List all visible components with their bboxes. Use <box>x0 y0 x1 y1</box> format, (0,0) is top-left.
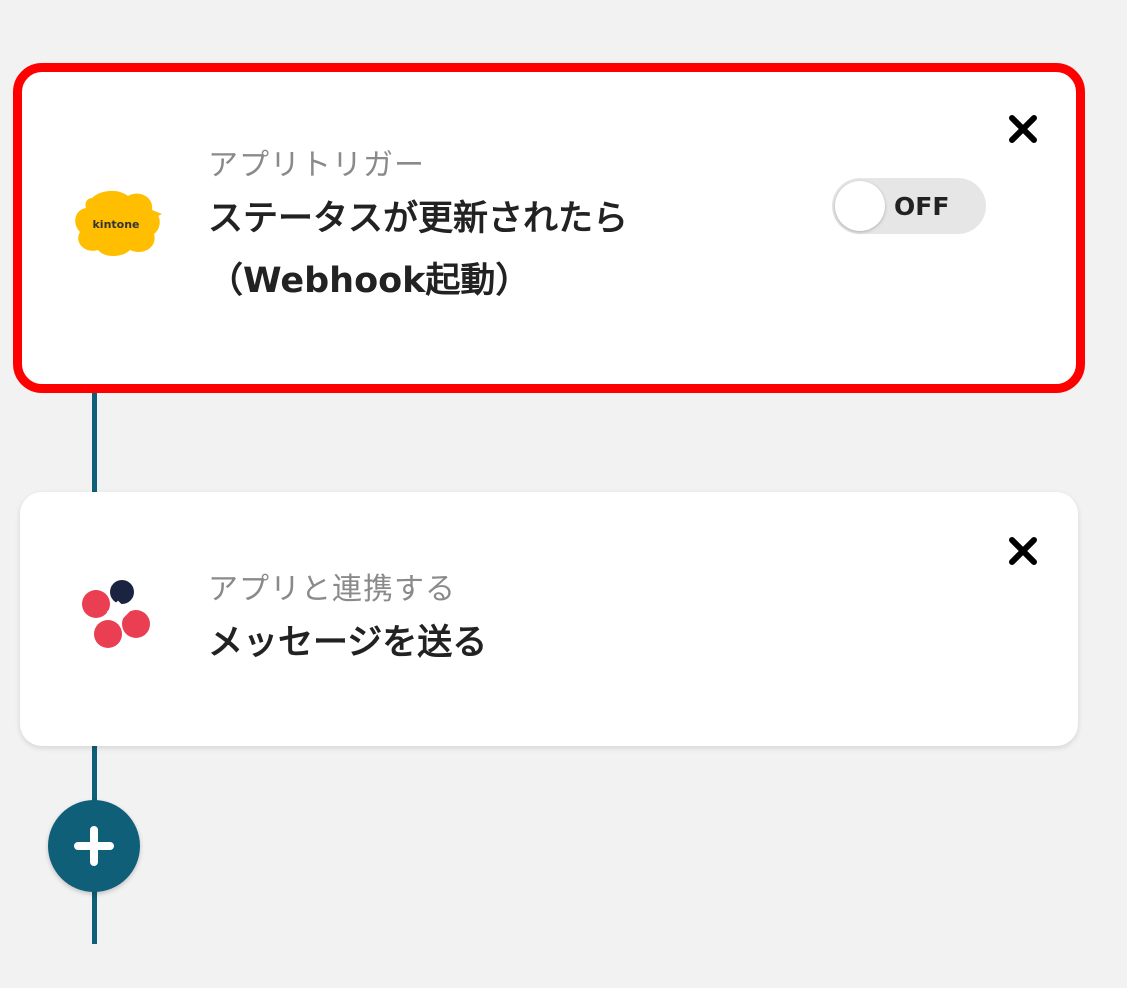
trigger-toggle[interactable]: OFF <box>832 178 986 234</box>
close-icon[interactable] <box>1006 112 1040 146</box>
trigger-subtitle: アプリトリガー <box>208 148 425 183</box>
flow-connector-line <box>92 380 97 492</box>
trigger-title: ステータスが更新されたら（Webhook起動） <box>208 199 629 301</box>
close-icon[interactable] <box>1006 534 1040 568</box>
action-subtitle: アプリと連携する <box>208 572 456 607</box>
kintone-logo-text: kintone <box>92 218 139 231</box>
flow-connector-line <box>92 744 97 804</box>
plus-icon <box>74 826 114 866</box>
action-card[interactable]: アプリと連携する メッセージを送る <box>20 492 1078 746</box>
trigger-card[interactable]: kintone アプリトリガー ステータスが更新されたら（Webhook起動） … <box>13 63 1085 393</box>
kintone-logo-icon: kintone <box>75 190 162 256</box>
action-title: メッセージを送る <box>208 623 488 663</box>
add-step-button[interactable] <box>48 800 140 892</box>
toggle-knob <box>835 181 885 231</box>
toggle-label: OFF <box>894 192 950 221</box>
flow-connector-line <box>92 888 97 944</box>
chatwork-logo-icon <box>82 580 150 648</box>
